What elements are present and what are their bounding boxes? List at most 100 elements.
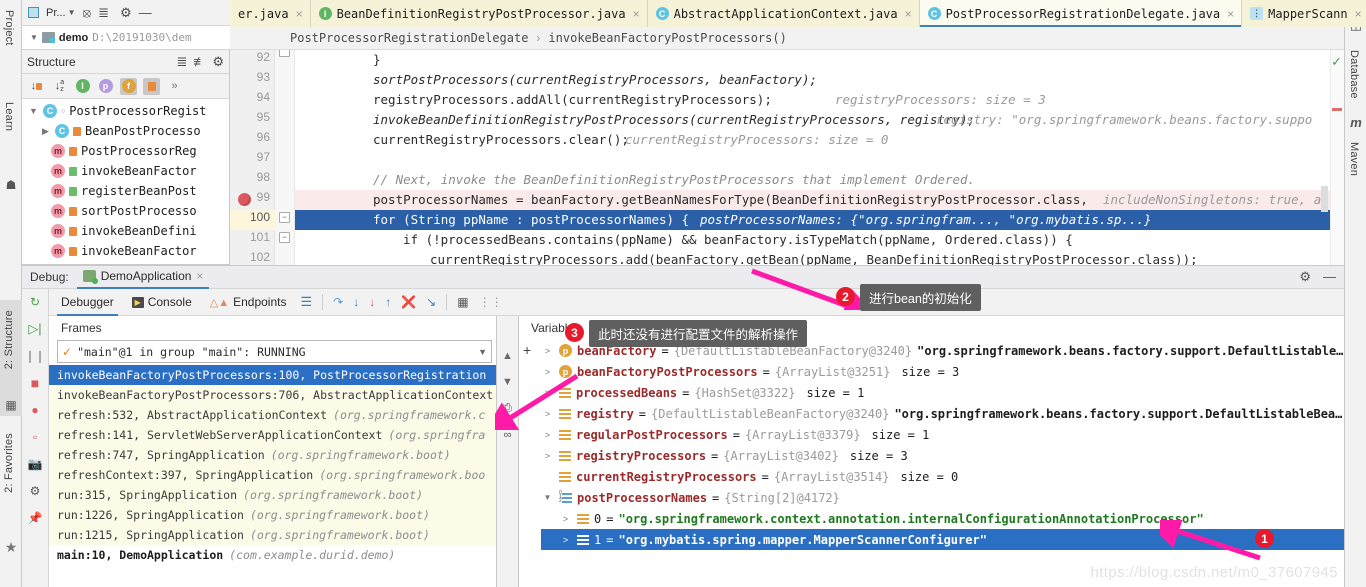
- mute-breakpoints-icon[interactable]: ●: [26, 401, 44, 419]
- copy-stack-icon[interactable]: ⎙: [503, 402, 512, 415]
- chevron-down-icon[interactable]: ▼: [28, 106, 39, 116]
- scroll-down-icon[interactable]: ▼: [502, 376, 513, 388]
- editor-tab[interactable]: er.java ×: [230, 0, 311, 27]
- close-icon[interactable]: ×: [196, 269, 203, 283]
- breakpoint-icon[interactable]: [238, 193, 251, 206]
- frame-row[interactable]: refresh:141, ServletWebServerApplication…: [49, 425, 496, 445]
- frame-row[interactable]: refresh:747, SpringApplication (org.spri…: [49, 445, 496, 465]
- variable-row[interactable]: > p beanFactoryPostProcessors = {ArrayLi…: [541, 361, 1344, 382]
- tab-debugger[interactable]: Debugger: [57, 289, 118, 316]
- sort-by-visibility-icon[interactable]: ↓: [28, 78, 45, 95]
- gear-icon[interactable]: ⚙: [1299, 269, 1311, 285]
- chevron-right-icon[interactable]: >: [541, 367, 554, 377]
- chevron-right-icon[interactable]: >: [541, 346, 554, 356]
- editor-tab[interactable]: C AbstractApplicationContext.java ×: [647, 0, 920, 27]
- step-out-icon[interactable]: ↑: [385, 295, 391, 309]
- variables-tree[interactable]: > p beanFactory = {DefaultListableBeanFa…: [541, 340, 1344, 550]
- minimize-icon[interactable]: —: [139, 6, 152, 19]
- chevron-right-icon[interactable]: >: [541, 430, 554, 440]
- watches-link-icon[interactable]: ∞: [504, 429, 512, 441]
- structure-tree-item[interactable]: ▼ C ○ PostProcessorRegist: [22, 101, 229, 121]
- editor-tab[interactable]: ⋮ MapperScann ×: [1242, 0, 1366, 27]
- tab-endpoints[interactable]: △▲ Endpoints: [206, 289, 291, 316]
- chevron-down-icon[interactable]: ▼: [478, 347, 487, 357]
- structure-tree-item[interactable]: m invokeBeanFactor: [22, 241, 229, 261]
- rail-button-project[interactable]: Project: [3, 4, 15, 52]
- project-root-row[interactable]: ▼ demo D:\20191030\dem: [22, 26, 230, 50]
- expand-all-icon[interactable]: ≣: [176, 55, 187, 68]
- drop-frame-icon[interactable]: ❌: [401, 295, 416, 309]
- close-icon[interactable]: ×: [1355, 7, 1362, 21]
- fold-marker-icon[interactable]: −: [279, 212, 290, 223]
- structure-tree-item[interactable]: m sortPostProcesso: [22, 201, 229, 221]
- frame-row[interactable]: refresh:532, AbstractApplicationContext …: [49, 405, 496, 425]
- breadcrumb-class[interactable]: PostProcessorRegistrationDelegate: [290, 31, 528, 45]
- layout-settings-icon[interactable]: ☰: [300, 294, 312, 310]
- variable-row[interactable]: currentRegistryProcessors = {ArrayList@3…: [541, 466, 1344, 487]
- variable-row[interactable]: > regularPostProcessors = {ArrayList@337…: [541, 424, 1344, 445]
- frames-list[interactable]: invokeBeanFactoryPostProcessors:100, Pos…: [49, 365, 496, 565]
- force-step-into-icon[interactable]: ↓: [369, 295, 375, 309]
- chevron-down-icon[interactable]: ▼: [541, 493, 554, 502]
- structure-tree-item[interactable]: m invokeBeanDefini: [22, 221, 229, 241]
- variable-row[interactable]: > processedBeans = {HashSet@3322} size =…: [541, 382, 1344, 403]
- frame-row[interactable]: refreshContext:397, SpringApplication (o…: [49, 465, 496, 485]
- fold-marker-icon[interactable]: −: [279, 232, 290, 243]
- step-over-icon[interactable]: ↷: [333, 295, 343, 309]
- frame-row[interactable]: invokeBeanFactoryPostProcessors:100, Pos…: [49, 365, 496, 385]
- frame-row[interactable]: run:1215, SpringApplication (org.springf…: [49, 525, 496, 545]
- structure-tree-item[interactable]: ▶ C BeanPostProcesso: [22, 121, 229, 141]
- breadcrumb-method[interactable]: invokeBeanFactoryPostProcessors(): [548, 31, 786, 45]
- frame-row[interactable]: run:1226, SpringApplication (org.springf…: [49, 505, 496, 525]
- close-icon[interactable]: ×: [633, 7, 640, 21]
- stop-icon[interactable]: ■: [26, 374, 44, 392]
- rerun-icon[interactable]: ↻: [26, 293, 44, 311]
- rail-button-learn[interactable]: Learn: [3, 96, 15, 137]
- fold-marker-icon[interactable]: [279, 50, 290, 57]
- editor-tab-active[interactable]: C PostProcessorRegistrationDelegate.java…: [919, 0, 1243, 27]
- evaluate-expression-icon[interactable]: ▦: [457, 295, 468, 309]
- structure-tree-item[interactable]: m invokeBeanFactor: [22, 161, 229, 181]
- close-icon[interactable]: ×: [905, 7, 912, 21]
- add-watch-icon[interactable]: +: [523, 342, 531, 358]
- tab-console[interactable]: ▶ Console: [128, 289, 196, 316]
- thread-selector[interactable]: ✓ "main"@1 in group "main": RUNNING ▼: [57, 340, 492, 363]
- error-stripe-mark[interactable]: [1332, 108, 1342, 111]
- chevron-right-icon[interactable]: >: [559, 514, 572, 524]
- sort-alphabetically-icon[interactable]: ↓ a z: [51, 78, 68, 95]
- show-inherited-icon[interactable]: I: [74, 78, 91, 95]
- show-properties-icon[interactable]: p: [97, 78, 114, 95]
- collapse-all-icon[interactable]: ≣: [98, 6, 109, 19]
- code-editor[interactable]: 92 93 94 95 96 97 98 99 100 101 102 − − …: [230, 50, 1344, 265]
- close-icon[interactable]: ×: [296, 7, 303, 21]
- variable-row[interactable]: > registryProcessors = {ArrayList@3402} …: [541, 445, 1344, 466]
- settings-icon[interactable]: ⚙: [26, 482, 44, 500]
- frame-row[interactable]: main:10, DemoApplication (com.example.du…: [49, 545, 496, 565]
- locate-icon[interactable]: ⦻: [82, 6, 91, 19]
- pause-icon[interactable]: ❙❙: [25, 347, 45, 365]
- structure-tree-item[interactable]: m PostProcessorReg: [22, 141, 229, 161]
- pin-icon[interactable]: 📌: [26, 509, 44, 527]
- step-into-icon[interactable]: ↓: [353, 295, 359, 309]
- chevron-right-icon[interactable]: ▶: [40, 126, 51, 137]
- minimize-icon[interactable]: —: [1323, 269, 1336, 285]
- variable-row[interactable]: > 0 = "org.springframework.context.annot…: [541, 508, 1344, 529]
- chevron-right-icon[interactable]: >: [559, 535, 572, 545]
- scroll-up-icon[interactable]: ▲: [502, 350, 513, 362]
- structure-tree-item[interactable]: m registerBeanPost: [22, 181, 229, 201]
- chevron-right-icon[interactable]: >: [541, 409, 554, 419]
- close-icon[interactable]: ×: [1227, 7, 1234, 21]
- run-to-cursor-icon[interactable]: ↘: [426, 295, 436, 309]
- show-fields-icon[interactable]: f: [120, 77, 137, 95]
- editor-error-stripe[interactable]: ✓: [1330, 50, 1344, 265]
- camera-icon[interactable]: 📷: [26, 455, 44, 473]
- show-non-public-icon[interactable]: [143, 77, 160, 95]
- resume-program-icon[interactable]: ▷|: [26, 320, 44, 338]
- variable-row[interactable]: ▼ 012 postProcessorNames = {String[2]@41…: [541, 487, 1344, 508]
- gear-icon[interactable]: ⚙: [120, 6, 132, 19]
- rail-button-maven[interactable]: Maven: [1348, 136, 1360, 182]
- frame-row[interactable]: run:315, SpringApplication (org.springfr…: [49, 485, 496, 505]
- code-text-area[interactable]: } sortPostProcessors(currentRegistryProc…: [295, 50, 1344, 265]
- gear-icon[interactable]: ⚙: [212, 55, 224, 68]
- chevron-right-icon[interactable]: >: [541, 451, 554, 461]
